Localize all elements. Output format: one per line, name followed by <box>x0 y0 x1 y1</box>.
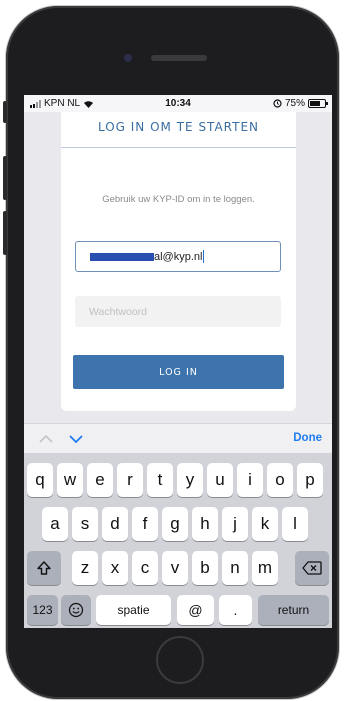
key-n[interactable]: n <box>222 551 248 585</box>
space-key[interactable]: spatie <box>96 595 171 625</box>
login-card: LOG IN OM TE STARTEN Gebruik uw KYP-ID o… <box>61 112 296 411</box>
key-r[interactable]: r <box>117 463 143 497</box>
battery-icon <box>308 99 328 108</box>
key-h[interactable]: h <box>192 507 218 541</box>
login-button[interactable]: LOG IN <box>73 355 284 389</box>
done-button[interactable]: Done <box>293 432 322 444</box>
key-z[interactable]: z <box>72 551 98 585</box>
volume-up-button <box>3 156 7 200</box>
shift-icon <box>37 561 51 575</box>
front-camera <box>124 54 132 62</box>
key-a[interactable]: a <box>42 507 68 541</box>
mute-switch <box>3 101 7 123</box>
key-b[interactable]: b <box>192 551 218 585</box>
email-value: al@kyp.nl <box>154 250 203 263</box>
email-field[interactable]: al@kyp.nl <box>75 241 281 272</box>
backspace-key[interactable] <box>295 551 329 585</box>
key-y[interactable]: y <box>177 463 203 497</box>
key-w[interactable]: w <box>57 463 83 497</box>
shift-key[interactable] <box>27 551 61 585</box>
key-s[interactable]: s <box>72 507 98 541</box>
earpiece-speaker <box>151 55 207 61</box>
title-divider <box>61 147 296 148</box>
alarm-icon <box>273 99 282 108</box>
key-q[interactable]: q <box>27 463 53 497</box>
backspace-icon <box>302 561 322 575</box>
status-right: 75% <box>273 98 328 109</box>
key-c[interactable]: c <box>132 551 158 585</box>
return-key[interactable]: return <box>258 595 329 625</box>
login-instructions: Gebruik uw KYP-ID om in te loggen. <box>102 194 255 205</box>
key-l[interactable]: l <box>282 507 308 541</box>
keyboard-accessory-bar: Done <box>24 423 332 454</box>
keyboard: q w e r t y u i o p a s d f g h j k l z … <box>24 453 332 628</box>
home-button[interactable] <box>156 636 204 684</box>
screen: KPN NL 10:34 75% LOG IN OM TE STARTEN Ge… <box>24 95 332 628</box>
password-placeholder: Wachtwoord <box>89 305 147 318</box>
key-f[interactable]: f <box>132 507 158 541</box>
page-title: LOG IN OM TE STARTEN <box>97 120 260 134</box>
emoji-key[interactable] <box>61 595 91 625</box>
dot-key[interactable]: . <box>219 595 252 625</box>
key-k[interactable]: k <box>252 507 278 541</box>
key-g[interactable]: g <box>162 507 188 541</box>
battery-percentage: 75% <box>284 98 305 109</box>
emoji-icon <box>68 602 84 618</box>
key-t[interactable]: t <box>147 463 173 497</box>
password-field[interactable]: Wachtwoord <box>75 296 281 327</box>
chevron-down-icon[interactable] <box>68 431 84 447</box>
key-v[interactable]: v <box>162 551 188 585</box>
key-e[interactable]: e <box>87 463 113 497</box>
key-j[interactable]: j <box>222 507 248 541</box>
status-bar: KPN NL 10:34 75% <box>24 95 332 112</box>
text-cursor <box>203 250 205 263</box>
key-x[interactable]: x <box>102 551 128 585</box>
key-u[interactable]: u <box>207 463 233 497</box>
key-o[interactable]: o <box>267 463 293 497</box>
key-i[interactable]: i <box>237 463 263 497</box>
volume-down-button <box>3 211 7 255</box>
numbers-key[interactable]: 123 <box>27 595 58 625</box>
key-d[interactable]: d <box>102 507 128 541</box>
chevron-up-icon[interactable] <box>38 431 54 447</box>
key-p[interactable]: p <box>297 463 323 497</box>
at-key[interactable]: @ <box>177 595 214 625</box>
redacted-text <box>90 252 154 261</box>
key-m[interactable]: m <box>252 551 278 585</box>
